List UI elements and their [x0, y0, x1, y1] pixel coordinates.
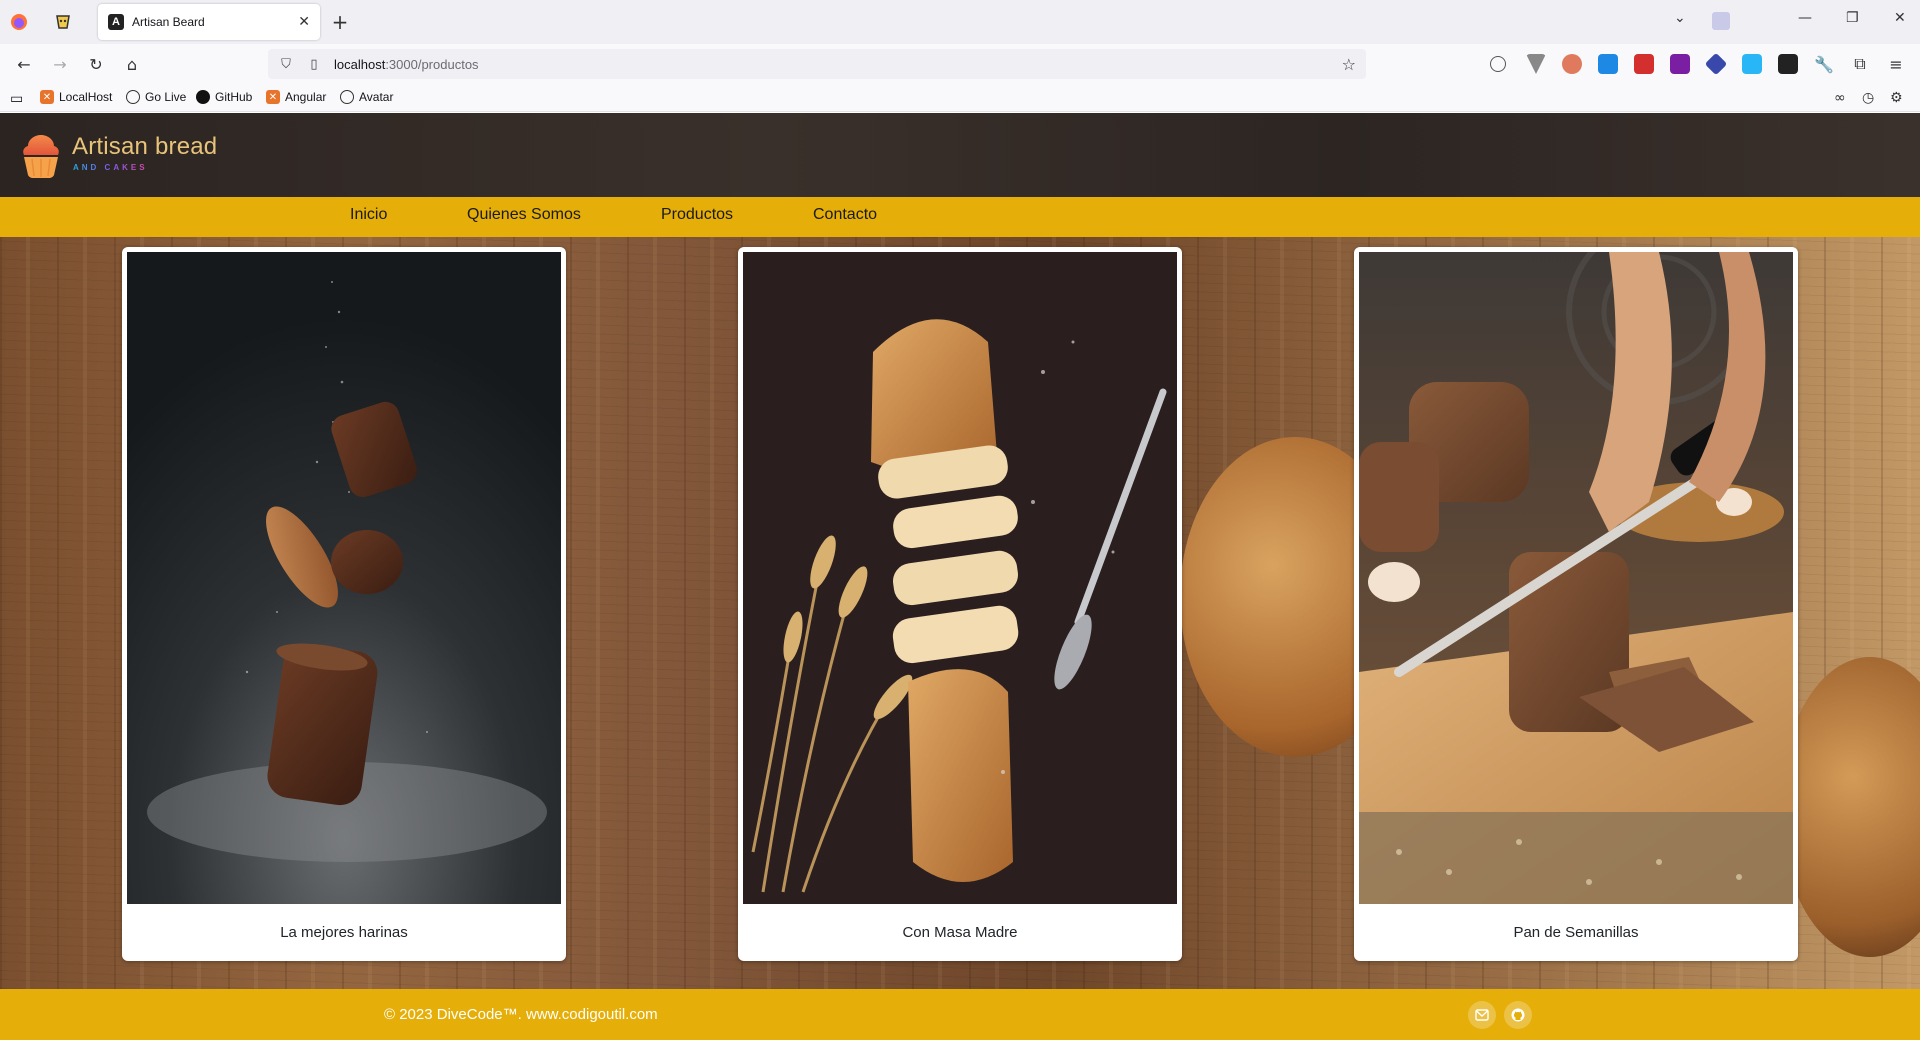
bookmarks-bar: ▭ ✕ LocalHost Go Live GitHub ✕ Angular A…	[0, 84, 1920, 112]
firefox-menu-icon[interactable]	[0, 6, 38, 38]
product-image-masa-madre	[743, 252, 1177, 904]
settings-gear-icon[interactable]: ⚙	[1890, 90, 1903, 106]
bookmark-label: LocalHost	[59, 90, 113, 104]
product-card-semanillas[interactable]: Pan de Semanillas	[1354, 247, 1798, 961]
extension-icon-2[interactable]	[1598, 54, 1618, 74]
pinned-tab-icon[interactable]	[44, 6, 82, 38]
tab-close-icon[interactable]: ✕	[298, 14, 310, 30]
site-header: Artisan bread AND CAKES	[0, 113, 1920, 197]
bookmark-go-live[interactable]: Go Live	[126, 90, 186, 104]
sidebar-toggle-icon[interactable]: ▭	[10, 90, 23, 107]
bookmark-star-icon[interactable]: ☆	[1342, 55, 1356, 74]
restore-icon[interactable]: ❐	[1846, 10, 1859, 26]
hamburger-menu-icon[interactable]: ≡	[1882, 52, 1910, 76]
product-caption: La mejores harinas	[280, 924, 408, 941]
bookmark-avatar[interactable]: Avatar	[340, 90, 393, 104]
minimize-icon[interactable]: —	[1798, 10, 1812, 26]
globe-icon	[340, 90, 354, 104]
product-image-semanillas	[1359, 252, 1793, 904]
tab-artisan-beard[interactable]: A Artisan Beard ✕	[98, 4, 320, 40]
home-icon[interactable]: ⌂	[118, 52, 146, 76]
bookmark-github[interactable]: GitHub	[196, 90, 252, 104]
globe-icon	[126, 90, 140, 104]
wrench-icon[interactable]: 🔧	[1810, 52, 1838, 76]
logo-subtitle: AND CAKES	[73, 163, 148, 172]
url-bar[interactable]: ⛉ ▯ localhost:3000/productos ☆	[268, 49, 1366, 79]
extension-icon-4[interactable]	[1670, 54, 1690, 74]
bookmark-label: Avatar	[359, 90, 394, 104]
angular-devtools-icon[interactable]	[1778, 54, 1798, 74]
product-card-harinas[interactable]: La mejores harinas	[122, 247, 566, 961]
reload-icon[interactable]: ↻	[82, 52, 110, 76]
site-footer: © 2023 DiveCode™. www.codigoutil.com	[0, 989, 1920, 1040]
main-menu: Inicio Quienes Somos Productos Contacto	[0, 197, 1920, 237]
menu-inicio[interactable]: Inicio	[350, 206, 387, 224]
close-window-icon[interactable]: ✕	[1894, 10, 1906, 26]
back-icon[interactable]: ←	[10, 52, 38, 76]
cupcake-logo-icon[interactable]	[20, 131, 62, 179]
footer-copyright: © 2023 DiveCode™. www.codigoutil.com	[384, 1006, 658, 1023]
extension-icon-1[interactable]	[1562, 54, 1582, 74]
logo-title[interactable]: Artisan bread	[72, 133, 217, 161]
github-icon	[196, 90, 210, 104]
pocket-icon[interactable]	[1490, 56, 1506, 72]
menu-contacto[interactable]: Contacto	[813, 206, 877, 224]
menu-productos[interactable]: Productos	[661, 206, 733, 224]
new-tab-button[interactable]: +	[326, 10, 354, 34]
list-all-tabs-icon[interactable]: ⌄	[1674, 10, 1686, 26]
product-caption: Con Masa Madre	[902, 924, 1018, 941]
extension-icon-5[interactable]	[1704, 52, 1728, 76]
extension-icon-6[interactable]	[1742, 54, 1762, 74]
extensions-icon[interactable]: ⧉	[1846, 52, 1874, 76]
container-icon[interactable]	[1712, 12, 1730, 30]
tab-title: Artisan Beard	[132, 15, 205, 29]
bookmark-localhost[interactable]: ✕ LocalHost	[40, 90, 112, 104]
infinity-icon[interactable]: ∞	[1834, 90, 1846, 106]
bookmark-label: Go Live	[145, 90, 187, 104]
xampp-icon: ✕	[40, 90, 54, 104]
shield-icon[interactable]: ⛉	[276, 57, 296, 72]
product-caption: Pan de Semanillas	[1513, 924, 1639, 941]
xampp-icon: ✕	[266, 90, 280, 104]
bookmark-angular[interactable]: ✕ Angular	[266, 90, 326, 104]
background-bread-decoration	[1780, 657, 1920, 957]
angular-favicon-icon: A	[108, 14, 124, 30]
browser-nav-bar: ← → ↻ ⌂ ⛉ ▯ localhost:3000/productos ☆ 🔧…	[0, 44, 1920, 84]
products-section: La mejores harinas Con Masa Madre Pan de…	[0, 237, 1920, 989]
forward-icon[interactable]: →	[46, 52, 74, 76]
bookmark-label: GitHub	[215, 90, 253, 104]
website: Artisan bread AND CAKES Inicio Quienes S…	[0, 113, 1920, 1040]
url-host: localhost	[334, 56, 386, 72]
mail-icon[interactable]	[1468, 1001, 1496, 1029]
vue-devtools-icon[interactable]	[1526, 54, 1546, 74]
history-icon[interactable]: ◷	[1862, 90, 1874, 106]
url-path: :3000/productos	[385, 56, 479, 72]
bookmark-label: Angular	[285, 90, 327, 104]
product-card-masa-madre[interactable]: Con Masa Madre	[738, 247, 1182, 961]
menu-quienes-somos[interactable]: Quienes Somos	[467, 206, 581, 224]
github-icon[interactable]	[1504, 1001, 1532, 1029]
page-info-icon[interactable]: ▯	[304, 57, 324, 72]
browser-tab-bar: A Artisan Beard ✕ + ⌄ — ❐ ✕	[0, 0, 1920, 44]
product-image-harinas	[127, 252, 561, 904]
extension-icon-3[interactable]	[1634, 54, 1654, 74]
